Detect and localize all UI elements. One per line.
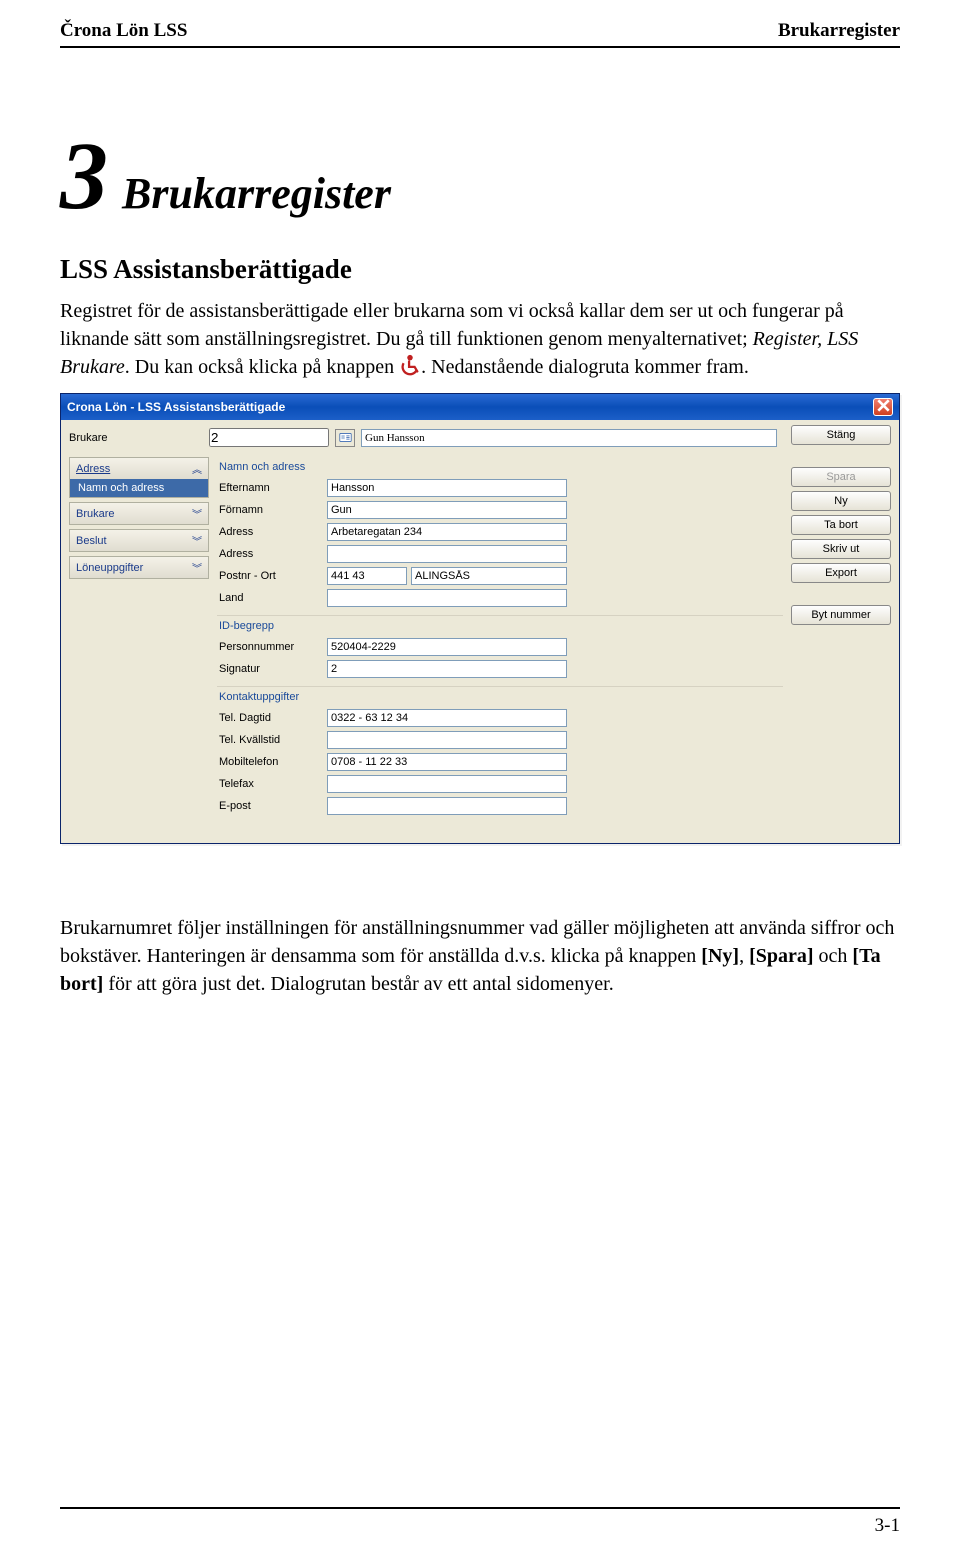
input-adress2[interactable] <box>327 545 567 563</box>
input-tel-dagtid[interactable] <box>327 709 567 727</box>
closing-paragraph: Brukarnumret följer inställningen för an… <box>60 914 900 998</box>
group-kontaktuppgifter: Kontaktuppgifter <box>217 686 783 707</box>
chapter-heading: 3 Brukarregister <box>60 128 900 224</box>
label-tel-dagtid: Tel. Dagtid <box>217 712 327 724</box>
brukare-name-display[interactable] <box>361 429 777 447</box>
brukare-selector-row: Brukare <box>69 428 891 447</box>
form-panel: Namn och adress Efternamn Förnamn Adress… <box>217 457 783 835</box>
nav-adress-sub[interactable]: Namn och adress <box>70 479 208 497</box>
input-personnummer[interactable] <box>327 638 567 656</box>
label-telefax: Telefax <box>217 778 327 790</box>
chapter-number: 3 <box>60 128 108 224</box>
para1-b: . Du kan också klicka på knappen <box>125 356 399 378</box>
header-left: Črona Lön LSS <box>60 20 187 42</box>
brukare-number-input[interactable] <box>209 428 329 447</box>
para1-c: . Nedanstående dialogruta kommer fram. <box>421 356 749 378</box>
skrivut-button[interactable]: Skriv ut <box>791 539 891 559</box>
para2-d: för att göra just det. Dialogrutan bestå… <box>103 973 613 995</box>
label-mobiltelefon: Mobiltelefon <box>217 756 327 768</box>
nav-adress-header[interactable]: Adress ︽ <box>70 458 208 479</box>
label-adress: Adress <box>217 526 327 538</box>
input-adress[interactable] <box>327 523 567 541</box>
chevron-down-icon: ︾ <box>192 506 202 521</box>
label-postnr-ort: Postnr - Ort <box>217 570 327 582</box>
window-title: Crona Lön - LSS Assistansberättigade <box>67 400 285 414</box>
nav-brukare-header[interactable]: Brukare ︾ <box>70 503 208 524</box>
app-window: Crona Lön - LSS Assistansberättigade Bru… <box>60 393 900 844</box>
close-icon <box>877 399 890 412</box>
label-signatur: Signatur <box>217 663 327 675</box>
accessibility-icon <box>399 354 421 376</box>
label-epost: E-post <box>217 800 327 812</box>
group-id-begrepp: ID-begrepp <box>217 615 783 636</box>
close-button[interactable] <box>873 398 893 416</box>
input-postnr[interactable] <box>327 567 407 585</box>
group-namn-adress: Namn och adress <box>217 457 783 477</box>
button-column: Stäng Spara Ny Ta bort Skriv ut Export B… <box>791 457 891 835</box>
input-tel-kvallstid[interactable] <box>327 731 567 749</box>
side-navigation: Adress ︽ Namn och adress Brukare ︾ B <box>69 457 209 835</box>
chapter-title: Brukarregister <box>122 168 391 219</box>
para2-b1: [Ny] <box>701 945 739 967</box>
para2-c2: och <box>814 945 853 967</box>
stang-button[interactable]: Stäng <box>791 425 891 445</box>
bytnummer-button[interactable]: Byt nummer <box>791 605 891 625</box>
para1-a: Registret för de assistansberättigade el… <box>60 300 844 350</box>
input-efternamn[interactable] <box>327 479 567 497</box>
lookup-button[interactable] <box>335 429 355 447</box>
nav-adress-label: Adress <box>76 463 110 475</box>
nav-loneuppgifter-header[interactable]: Löneuppgifter ︾ <box>70 557 208 578</box>
intro-paragraph: Registret för de assistansberättigade el… <box>60 297 900 381</box>
input-signatur[interactable] <box>327 660 567 678</box>
label-adress2: Adress <box>217 548 327 560</box>
section-title: LSS Assistansberättigade <box>60 254 900 285</box>
nav-brukare-panel: Brukare ︾ <box>69 502 209 525</box>
chevron-down-icon: ︾ <box>192 533 202 548</box>
brukare-label: Brukare <box>69 432 203 444</box>
label-land: Land <box>217 592 327 604</box>
input-mobiltelefon[interactable] <box>327 753 567 771</box>
input-land[interactable] <box>327 589 567 607</box>
spara-button[interactable]: Spara <box>791 467 891 487</box>
card-icon <box>339 431 352 444</box>
header-right: Brukarregister <box>778 20 900 42</box>
chevron-down-icon: ︾ <box>192 560 202 575</box>
input-telefax[interactable] <box>327 775 567 793</box>
label-personnummer: Personnummer <box>217 641 327 653</box>
nav-beslut-panel: Beslut ︾ <box>69 529 209 552</box>
nav-brukare-label: Brukare <box>76 508 115 520</box>
export-button[interactable]: Export <box>791 563 891 583</box>
para2-b2: [Spara] <box>749 945 813 967</box>
label-efternamn: Efternamn <box>217 482 327 494</box>
nav-loneuppgifter-label: Löneuppgifter <box>76 562 143 574</box>
nav-beslut-header[interactable]: Beslut ︾ <box>70 530 208 551</box>
input-fornamn[interactable] <box>327 501 567 519</box>
input-ort[interactable] <box>411 567 567 585</box>
tabort-button[interactable]: Ta bort <box>791 515 891 535</box>
nav-adress-panel: Adress ︽ Namn och adress <box>69 457 209 498</box>
ny-button[interactable]: Ny <box>791 491 891 511</box>
window-body: Brukare <box>61 420 899 843</box>
input-epost[interactable] <box>327 797 567 815</box>
page-number: 3-1 <box>875 1515 900 1536</box>
label-fornamn: Förnamn <box>217 504 327 516</box>
label-tel-kvallstid: Tel. Kvällstid <box>217 734 327 746</box>
chevron-up-icon: ︽ <box>192 461 202 476</box>
page-header: Črona Lön LSS Brukarregister <box>60 20 900 48</box>
nav-beslut-label: Beslut <box>76 535 107 547</box>
para2-c1: , <box>739 945 749 967</box>
window-titlebar: Crona Lön - LSS Assistansberättigade <box>61 394 899 420</box>
page-footer: 3-1 <box>60 1507 900 1537</box>
nav-loneuppgifter-panel: Löneuppgifter ︾ <box>69 556 209 579</box>
